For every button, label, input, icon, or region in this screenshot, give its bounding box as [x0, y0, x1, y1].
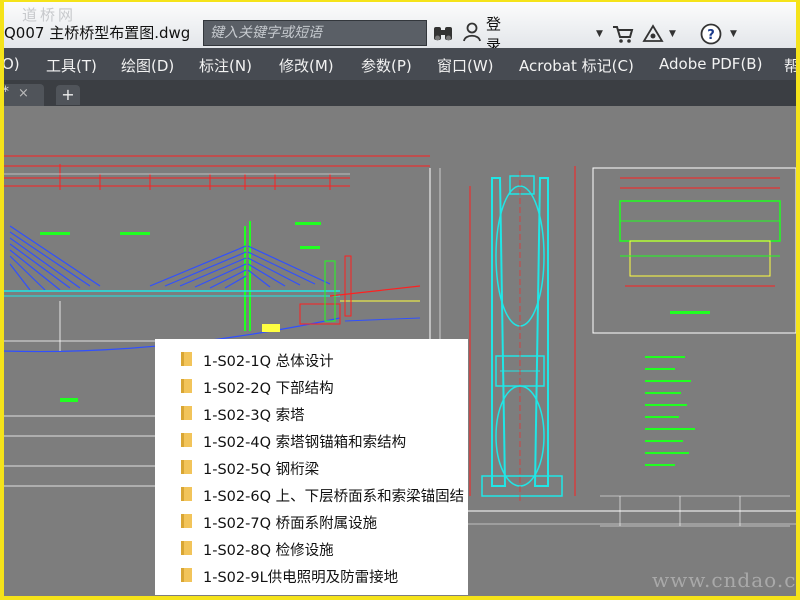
menu-item-dimension[interactable]: 标注(N)	[199, 55, 252, 76]
folder-label: 1-S02-3Q 索塔	[203, 408, 305, 424]
folder-label: 1-S02-9L供电照明及防雷接地	[203, 570, 399, 586]
folder-item[interactable]: 1-S02-9L供电照明及防雷接地	[155, 562, 468, 589]
app-window: 道桥网 Q007 主桥桥型布置图.dwg 键入关键字或短语 登录 ▼ ▼ ? ▼…	[0, 0, 800, 600]
folder-icon	[181, 433, 192, 447]
tab-document[interactable]: * ×	[0, 84, 44, 106]
folder-icon	[181, 379, 192, 393]
chevron-down-icon: ▼	[669, 29, 676, 39]
folder-label: 1-S02-7Q 桥面系附属设施	[203, 516, 378, 532]
folder-label: 1-S02-6Q 上、下层桥面系和索梁锚固结	[203, 489, 465, 505]
user-icon	[462, 22, 482, 46]
folder-label: 1-S02-5Q 钢桁梁	[203, 462, 320, 478]
folder-item[interactable]: 1-S02-6Q 上、下层桥面系和索梁锚固结	[155, 481, 468, 508]
folder-item[interactable]: 1-S02-3Q 索塔	[155, 400, 468, 427]
menu-item-modify[interactable]: 修改(M)	[279, 55, 334, 76]
folder-label: 1-S02-1Q 总体设计	[203, 354, 334, 370]
folder-label: 1-S02-8Q 检修设施	[203, 543, 334, 559]
login-button[interactable]: 登录	[462, 15, 501, 54]
document-title: Q007 主桥桥型布置图.dwg	[4, 24, 191, 42]
chevron-down-icon: ▼	[730, 29, 737, 39]
exchange-icon[interactable]	[642, 23, 664, 45]
chevron-down-icon: ▼	[596, 29, 603, 39]
folder-icon	[181, 487, 192, 501]
menu-bar: O) 工具(T) 绘图(D) 标注(N) 修改(M) 参数(P) 窗口(W) A…	[0, 48, 800, 80]
folder-item[interactable]: 1-S02-1Q 总体设计	[155, 346, 468, 373]
folder-list-popup: 1-S02-1Q 总体设计 1-S02-2Q 下部结构 1-S02-3Q 索塔 …	[155, 339, 468, 595]
folder-icon	[181, 460, 192, 474]
document-tab-strip: * × +	[0, 80, 800, 106]
menu-item-window[interactable]: 窗口(W)	[437, 55, 494, 76]
svg-text:?: ?	[707, 28, 715, 43]
folder-item[interactable]: 1-S02-4Q 索塔钢锚箱和索结构	[155, 427, 468, 454]
watermark-bottom: www.cndao.com	[652, 568, 800, 592]
folder-item[interactable]: 1-S02-5Q 钢桁梁	[155, 454, 468, 481]
plus-icon: +	[61, 85, 75, 104]
menu-item-tools[interactable]: 工具(T)	[46, 55, 97, 76]
folder-item[interactable]: 1-S02-2Q 下部结构	[155, 373, 468, 400]
folder-icon	[181, 406, 192, 420]
close-icon[interactable]: ×	[18, 86, 29, 101]
folder-icon	[181, 541, 192, 555]
menu-item-draw[interactable]: 绘图(D)	[121, 55, 174, 76]
search-input[interactable]	[204, 21, 426, 45]
tower-elevation	[460, 166, 800, 525]
menu-item-help[interactable]: 帮	[784, 55, 799, 76]
unsaved-marker: *	[2, 84, 9, 100]
folder-icon	[181, 352, 192, 366]
title-bar: 道桥网 Q007 主桥桥型布置图.dwg 键入关键字或短语 登录 ▼ ▼ ? ▼	[0, 0, 800, 54]
folder-label: 1-S02-4Q 索塔钢锚箱和索结构	[203, 435, 407, 451]
menu-item-acrobat-markup[interactable]: Acrobat 标记(C)	[519, 55, 634, 76]
binoculars-icon[interactable]	[432, 23, 454, 45]
folder-item[interactable]: 1-S02-8Q 检修设施	[155, 535, 468, 562]
drawing-canvas[interactable]: 1-S02-1Q 总体设计 1-S02-2Q 下部结构 1-S02-3Q 索塔 …	[0, 106, 800, 600]
help-dropdown-arrow[interactable]: ▼	[730, 23, 737, 45]
exchange-dropdown-arrow[interactable]: ▼	[669, 23, 676, 45]
menu-item-adobe-pdf[interactable]: Adobe PDF(B)	[659, 55, 762, 73]
folder-icon	[181, 568, 192, 582]
menu-item-parametric[interactable]: 参数(P)	[361, 55, 412, 76]
folder-icon	[181, 514, 192, 528]
cross-section	[592, 167, 797, 527]
folder-item[interactable]: 1-S02-7Q 桥面系附属设施	[155, 508, 468, 535]
help-icon[interactable]: ?	[700, 23, 722, 45]
cart-icon[interactable]	[612, 23, 634, 45]
folder-label: 1-S02-2Q 下部结构	[203, 381, 334, 397]
menu-item-view[interactable]: O)	[2, 55, 20, 73]
new-tab-button[interactable]: +	[56, 85, 80, 105]
search-box[interactable]	[203, 20, 427, 46]
login-dropdown-arrow[interactable]: ▼	[596, 23, 603, 45]
